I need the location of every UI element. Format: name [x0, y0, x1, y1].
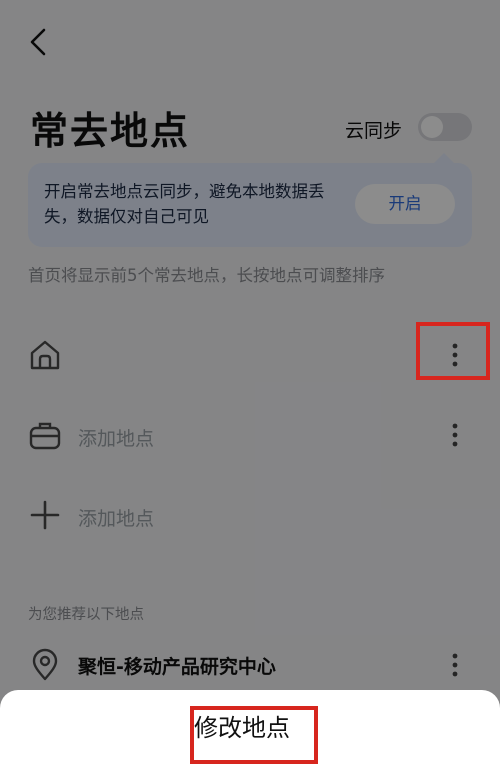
highlight-box-more — [416, 322, 490, 380]
briefcase-icon — [29, 422, 61, 450]
place-row-add[interactable]: 添加地点 — [0, 478, 500, 558]
cloud-sync-label: 云同步 — [345, 120, 403, 142]
sort-hint: 首页将显示前5个常去地点，长按地点可调整排序 — [28, 266, 385, 285]
home-icon — [30, 340, 60, 370]
plus-icon — [30, 500, 60, 530]
sync-tip-text: 开启常去地点云同步，避免本地数据丢失，数据仅对自己可见 — [44, 182, 325, 226]
sync-tip-banner: 开启常去地点云同步，避免本地数据丢失，数据仅对自己可见 开启 — [28, 153, 472, 247]
recommend-place-label: 聚恒-移动产品研究中心 — [78, 656, 276, 678]
enable-sync-button[interactable]: 开启 — [355, 184, 455, 224]
toggle-knob — [421, 116, 443, 138]
place-label: 添加地点 — [78, 508, 155, 530]
location-pin-icon — [32, 648, 58, 681]
place-row-work[interactable]: 添加地点 — [0, 398, 500, 478]
place-label: 添加地点 — [78, 428, 155, 450]
more-vertical-icon[interactable] — [440, 413, 470, 457]
highlight-box-edit — [190, 706, 318, 764]
common-places-screen: 常去地点 云同步 开启常去地点云同步，避免本地数据丢失，数据仅对自己可见 开启 … — [0, 0, 500, 765]
recommend-section-label: 为您推荐以下地点 — [28, 607, 144, 623]
chevron-left-icon — [30, 28, 46, 56]
more-vertical-icon[interactable] — [440, 643, 470, 687]
cloud-sync-toggle[interactable] — [418, 113, 472, 141]
back-button[interactable] — [20, 22, 60, 62]
page-title: 常去地点 — [30, 109, 191, 153]
